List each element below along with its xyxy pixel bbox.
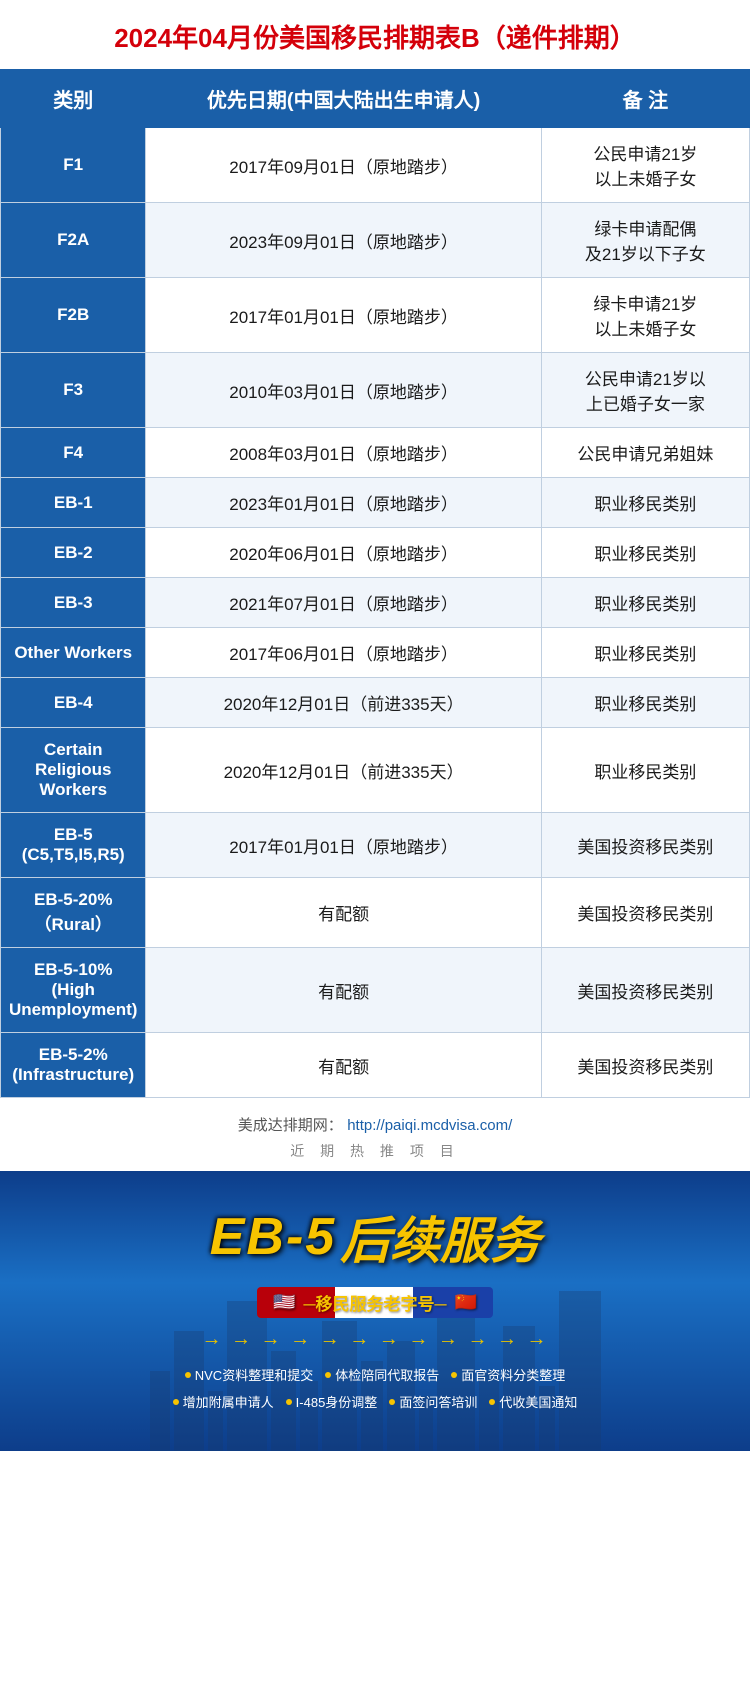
cell-note: 职业移民类别 xyxy=(541,678,749,728)
website-url: http://paiqi.mcdvisa.com/ xyxy=(347,1117,512,1134)
page-title: 2024年04月份美国移民排期表B（递件排期） xyxy=(0,0,750,69)
table-row: EB-5-2% (Infrastructure)有配额美国投资移民类别 xyxy=(1,1033,750,1098)
feature-training: 面签问答培训 xyxy=(389,1392,477,1411)
banner-flag-subtitle: 🇺🇸 ─移民服务老字号─ 🇨🇳 xyxy=(257,1287,493,1318)
banner-features-row2: 增加附属申请人 I-485身份调整 面签问答培训 代收美国通知 xyxy=(20,1392,730,1411)
feature-add-applicant: 增加附属申请人 xyxy=(173,1392,274,1411)
table-row: EB-5-10% (High Unemployment)有配额美国投资移民类别 xyxy=(1,948,750,1033)
feature-training-label: 面签问答培训 xyxy=(399,1392,477,1411)
cell-category: EB-4 xyxy=(1,678,146,728)
cell-category: EB-3 xyxy=(1,578,146,628)
table-row: F2B2017年01月01日（原地踏步）绿卡申请21岁 以上未婚子女 xyxy=(1,278,750,353)
banner-arrows: → → → → → → → → → → → → xyxy=(20,1328,730,1351)
table-row: F42008年03月01日（原地踏步）公民申请兄弟姐妹 xyxy=(1,428,750,478)
header-category: 类别 xyxy=(1,70,146,128)
feature-i485: I-485身份调整 xyxy=(286,1392,378,1411)
cell-note: 职业移民类别 xyxy=(541,478,749,528)
cell-note: 美国投资移民类别 xyxy=(541,813,749,878)
cell-category: F3 xyxy=(1,353,146,428)
cell-category: EB-5-20% （Rural） xyxy=(1,878,146,948)
cell-note: 美国投资移民类别 xyxy=(541,1033,749,1098)
feature-interview-label: 面官资料分类整理 xyxy=(461,1365,565,1384)
feature-medical: 体检陪同代取报告 xyxy=(325,1365,439,1384)
cell-note: 绿卡申请配偶 及21岁以下子女 xyxy=(541,203,749,278)
website-line: 美成达排期网： http://paiqi.mcdvisa.com/ xyxy=(10,1114,740,1135)
table-row: EB-32021年07月01日（原地踏步）职业移民类别 xyxy=(1,578,750,628)
website-label: 美成达排期网： xyxy=(238,1117,343,1134)
table-row: EB-22020年06月01日（原地踏步）职业移民类别 xyxy=(1,528,750,578)
feature-add-applicant-label: 增加附属申请人 xyxy=(183,1392,274,1411)
cell-date: 有配额 xyxy=(146,948,541,1033)
cell-note: 职业移民类别 xyxy=(541,628,749,678)
table-row: F2A2023年09月01日（原地踏步）绿卡申请配偶 及21岁以下子女 xyxy=(1,203,750,278)
feature-interview: 面官资料分类整理 xyxy=(451,1365,565,1384)
feature-us-notice: 代收美国通知 xyxy=(489,1392,577,1411)
cell-category: Other Workers xyxy=(1,628,146,678)
cell-category: EB-5-10% (High Unemployment) xyxy=(1,948,146,1033)
cell-category: F1 xyxy=(1,128,146,203)
cell-category: EB-1 xyxy=(1,478,146,528)
table-row: EB-5 (C5,T5,I5,R5)2017年01月01日（原地踏步）美国投资移… xyxy=(1,813,750,878)
feature-i485-label: I-485身份调整 xyxy=(296,1392,378,1411)
hot-projects-label: 近 期 热 推 项 目 xyxy=(10,1141,740,1161)
cell-date: 2017年06月01日（原地踏步） xyxy=(146,628,541,678)
header-note: 备 注 xyxy=(541,70,749,128)
cell-date: 2017年01月01日（原地踏步） xyxy=(146,813,541,878)
cell-category: EB-5 (C5,T5,I5,R5) xyxy=(1,813,146,878)
cell-date: 2023年01月01日（原地踏步） xyxy=(146,478,541,528)
cell-category: EB-5-2% (Infrastructure) xyxy=(1,1033,146,1098)
table-header: 类别 优先日期(中国大陆出生申请人) 备 注 xyxy=(1,70,750,128)
cell-date: 2008年03月01日（原地踏步） xyxy=(146,428,541,478)
banner-subtitle-text: ─移民服务老字号─ xyxy=(303,1290,446,1315)
main-table: 类别 优先日期(中国大陆出生申请人) 备 注 F12017年09月01日（原地踏… xyxy=(0,69,750,1098)
cell-date: 有配额 xyxy=(146,1033,541,1098)
table-row: F12017年09月01日（原地踏步）公民申请21岁 以上未婚子女 xyxy=(1,128,750,203)
feature-medical-label: 体检陪同代取报告 xyxy=(335,1365,439,1384)
banner-section: EB-5 后续服务 🇺🇸 ─移民服务老字号─ 🇨🇳 → → → → → → → … xyxy=(0,1171,750,1451)
feature-nvc-label: NVC资料整理和提交 xyxy=(195,1365,313,1384)
cell-date: 2017年09月01日（原地踏步） xyxy=(146,128,541,203)
cell-date: 2017年01月01日（原地踏步） xyxy=(146,278,541,353)
cell-note: 公民申请21岁 以上未婚子女 xyxy=(541,128,749,203)
cell-note: 职业移民类别 xyxy=(541,528,749,578)
banner-dash: 后续服务 xyxy=(340,1201,540,1273)
table-row: Other Workers2017年06月01日（原地踏步）职业移民类别 xyxy=(1,628,750,678)
table-row: EB-12023年01月01日（原地踏步）职业移民类别 xyxy=(1,478,750,528)
cell-category: F4 xyxy=(1,428,146,478)
cell-date: 2021年07月01日（原地踏步） xyxy=(146,578,541,628)
footer-section: 美成达排期网： http://paiqi.mcdvisa.com/ 近 期 热 … xyxy=(0,1098,750,1171)
cell-date: 2020年12月01日（前进335天） xyxy=(146,728,541,813)
cell-category: Certain Religious Workers xyxy=(1,728,146,813)
cell-note: 公民申请兄弟姐妹 xyxy=(541,428,749,478)
cell-category: F2A xyxy=(1,203,146,278)
cell-note: 绿卡申请21岁 以上未婚子女 xyxy=(541,278,749,353)
banner-eb5-title: EB-5 xyxy=(210,1207,336,1267)
cell-date: 2010年03月01日（原地踏步） xyxy=(146,353,541,428)
feature-nvc: NVC资料整理和提交 xyxy=(185,1365,313,1384)
cell-category: F2B xyxy=(1,278,146,353)
cell-category: EB-2 xyxy=(1,528,146,578)
cell-note: 美国投资移民类别 xyxy=(541,878,749,948)
table-row: F32010年03月01日（原地踏步）公民申请21岁以 上已婚子女一家 xyxy=(1,353,750,428)
feature-us-notice-label: 代收美国通知 xyxy=(499,1392,577,1411)
header-date: 优先日期(中国大陆出生申请人) xyxy=(146,70,541,128)
cell-date: 2020年12月01日（前进335天） xyxy=(146,678,541,728)
cell-note: 职业移民类别 xyxy=(541,578,749,628)
table-row: Certain Religious Workers2020年12月01日（前进3… xyxy=(1,728,750,813)
table-row: EB-5-20% （Rural）有配额美国投资移民类别 xyxy=(1,878,750,948)
banner-features-row1: NVC资料整理和提交 体检陪同代取报告 面官资料分类整理 xyxy=(20,1365,730,1384)
cell-note: 职业移民类别 xyxy=(541,728,749,813)
cell-note: 公民申请21岁以 上已婚子女一家 xyxy=(541,353,749,428)
table-row: EB-42020年12月01日（前进335天）职业移民类别 xyxy=(1,678,750,728)
cell-note: 美国投资移民类别 xyxy=(541,948,749,1033)
cell-date: 有配额 xyxy=(146,878,541,948)
cell-date: 2020年06月01日（原地踏步） xyxy=(146,528,541,578)
cell-date: 2023年09月01日（原地踏步） xyxy=(146,203,541,278)
